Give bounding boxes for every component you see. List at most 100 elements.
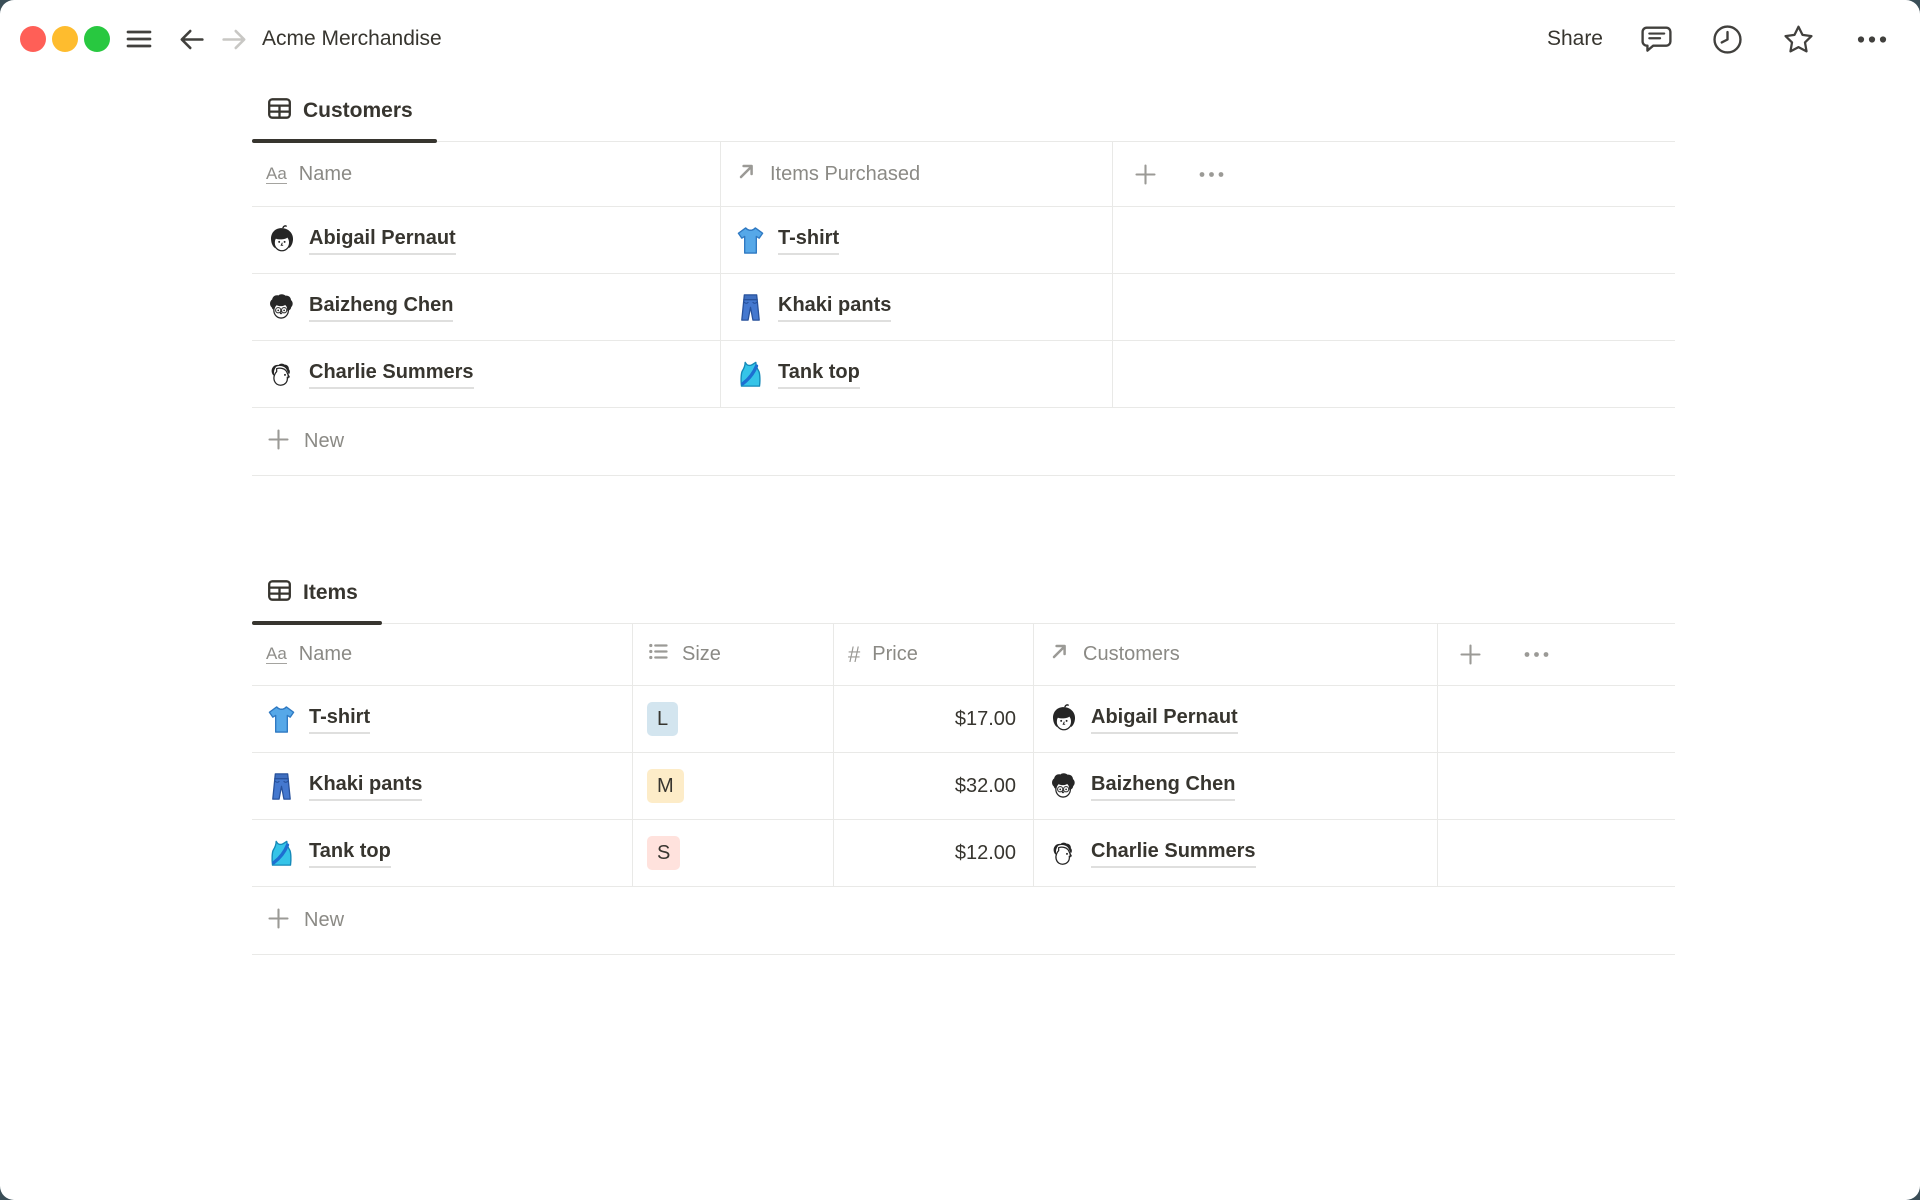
column-header-price[interactable]: # Price — [834, 624, 1034, 685]
empty-cell[interactable] — [1113, 341, 1675, 407]
table-row: Charlie Summers Tank top — [252, 341, 1675, 408]
arrow-up-right-icon — [735, 160, 758, 189]
price-cell[interactable]: $17.00 — [834, 686, 1034, 752]
plus-icon — [266, 427, 291, 457]
customer-name-cell[interactable]: Abigail Pernaut — [252, 207, 721, 273]
add-column-button[interactable] — [1458, 642, 1483, 667]
zoom-window-button[interactable] — [84, 26, 110, 52]
bottom-whitespace — [252, 955, 1920, 1117]
item-name-cell[interactable]: Tank top — [252, 820, 633, 886]
tab-items[interactable]: Items — [252, 577, 382, 625]
customer-name-cell[interactable]: Baizheng Chen — [252, 274, 721, 340]
man-curly-hair-glasses-doodle-avatar — [266, 292, 297, 323]
items-header-row: Aa Name Size # Price Customers — [252, 624, 1675, 686]
customer-name-cell[interactable]: Charlie Summers — [252, 341, 721, 407]
forward-arrow-icon[interactable] — [219, 24, 250, 55]
close-window-button[interactable] — [20, 26, 46, 52]
empty-cell[interactable] — [1438, 820, 1675, 886]
column-header-size-label: Size — [682, 643, 721, 665]
item-link[interactable]: T-shirt — [778, 225, 840, 255]
tab-customers-label: Customers — [303, 99, 413, 122]
customer-name-link[interactable]: Baizheng Chen — [1091, 771, 1236, 801]
customers-relation-cell[interactable]: Charlie Summers — [1034, 820, 1438, 886]
customer-name-link[interactable]: Charlie Summers — [309, 359, 474, 389]
column-header-name[interactable]: Aa Name — [252, 624, 633, 685]
size-badge[interactable]: S — [647, 836, 681, 870]
new-row-label: New — [304, 430, 345, 452]
items-purchased-cell[interactable]: Khaki pants — [721, 274, 1113, 340]
item-name-link[interactable]: Tank top — [309, 838, 391, 868]
table-row: T-shirt L $17.00 Abigail Pernaut — [252, 686, 1675, 753]
customer-name-link[interactable]: Charlie Summers — [1091, 838, 1256, 868]
item-name-link[interactable]: T-shirt — [309, 704, 371, 734]
person-profile-doodle-avatar — [266, 359, 297, 390]
column-header-items-purchased-label: Items Purchased — [770, 162, 921, 185]
item-link[interactable]: Khaki pants — [778, 292, 892, 322]
size-cell[interactable]: L — [633, 686, 834, 752]
back-arrow-icon[interactable] — [176, 24, 207, 55]
column-header-name-label: Name — [298, 162, 353, 185]
customer-name-link[interactable]: Abigail Pernaut — [309, 225, 456, 255]
clock-history-icon[interactable] — [1710, 22, 1745, 57]
price-value: $12.00 — [954, 841, 1016, 864]
table-options-ellipsis-icon[interactable] — [1521, 642, 1552, 667]
items-new-row-button[interactable]: New — [252, 887, 1675, 955]
minimize-window-button[interactable] — [52, 26, 78, 52]
tab-customers[interactable]: Customers — [252, 95, 437, 143]
breadcrumb-page-title[interactable]: Acme Merchandise — [262, 27, 442, 51]
size-badge[interactable]: L — [647, 702, 679, 736]
woman-bob-haircut-doodle-avatar — [1048, 703, 1079, 735]
ellipsis-more-icon[interactable] — [1852, 22, 1892, 57]
size-cell[interactable]: S — [633, 820, 834, 886]
star-favorite-icon[interactable] — [1781, 22, 1816, 57]
customer-name-link[interactable]: Baizheng Chen — [309, 292, 454, 322]
items-purchased-cell[interactable]: T-shirt — [721, 207, 1113, 273]
empty-cell[interactable] — [1438, 686, 1675, 752]
topbar: Acme Merchandise Share — [0, 0, 1920, 78]
column-header-size[interactable]: Size — [633, 624, 834, 685]
empty-cell[interactable] — [1438, 753, 1675, 819]
customers-relation-cell[interactable]: Abigail Pernaut — [1034, 686, 1438, 752]
blue-tshirt-emoji — [266, 704, 297, 735]
table-grid-icon — [266, 95, 293, 127]
comment-bubble-icon[interactable] — [1639, 22, 1674, 57]
price-cell[interactable]: $32.00 — [834, 753, 1034, 819]
column-header-name[interactable]: Aa Name — [252, 142, 721, 206]
column-header-name-label: Name — [298, 643, 353, 665]
customers-database: Customers Aa Name Items Purchased Abigai… — [252, 78, 1675, 476]
plus-icon — [266, 906, 291, 936]
item-name-link[interactable]: Khaki pants — [309, 771, 423, 801]
add-column-button[interactable] — [1133, 162, 1158, 187]
customers-relation-cell[interactable]: Baizheng Chen — [1034, 753, 1438, 819]
column-header-customers[interactable]: Customers — [1034, 624, 1438, 685]
man-curly-hair-glasses-doodle-avatar — [1048, 771, 1079, 802]
column-header-price-label: Price — [872, 643, 918, 665]
arrow-up-right-icon — [1048, 640, 1071, 669]
customer-name-link[interactable]: Abigail Pernaut — [1091, 704, 1238, 734]
column-header-items-purchased[interactable]: Items Purchased — [721, 142, 1113, 206]
customers-new-row-button[interactable]: New — [252, 408, 1675, 476]
item-link[interactable]: Tank top — [778, 359, 860, 389]
empty-cell[interactable] — [1113, 207, 1675, 273]
price-value: $32.00 — [954, 774, 1016, 797]
blue-tshirt-emoji — [735, 225, 766, 256]
blue-jeans-emoji — [266, 771, 297, 802]
size-cell[interactable]: M — [633, 753, 834, 819]
price-cell[interactable]: $12.00 — [834, 820, 1034, 886]
table-row: Baizheng Chen Khaki pants — [252, 274, 1675, 341]
tab-items-label: Items — [303, 581, 358, 604]
empty-cell[interactable] — [1113, 274, 1675, 340]
item-name-cell[interactable]: Khaki pants — [252, 753, 633, 819]
items-database: Items Aa Name Size # Price Customers T-s… — [252, 560, 1675, 955]
cyan-tank-top-emoji — [266, 838, 297, 869]
blue-jeans-emoji — [735, 292, 766, 323]
size-badge[interactable]: M — [647, 769, 684, 803]
share-button[interactable]: Share — [1547, 27, 1603, 51]
items-tab-bar: Items — [252, 560, 1675, 625]
items-purchased-cell[interactable]: Tank top — [721, 341, 1113, 407]
table-options-ellipsis-icon[interactable] — [1196, 162, 1227, 187]
topbar-actions: Share — [1547, 22, 1892, 57]
hash-icon: # — [848, 641, 861, 667]
hamburger-menu-icon[interactable] — [124, 24, 154, 54]
item-name-cell[interactable]: T-shirt — [252, 686, 633, 752]
